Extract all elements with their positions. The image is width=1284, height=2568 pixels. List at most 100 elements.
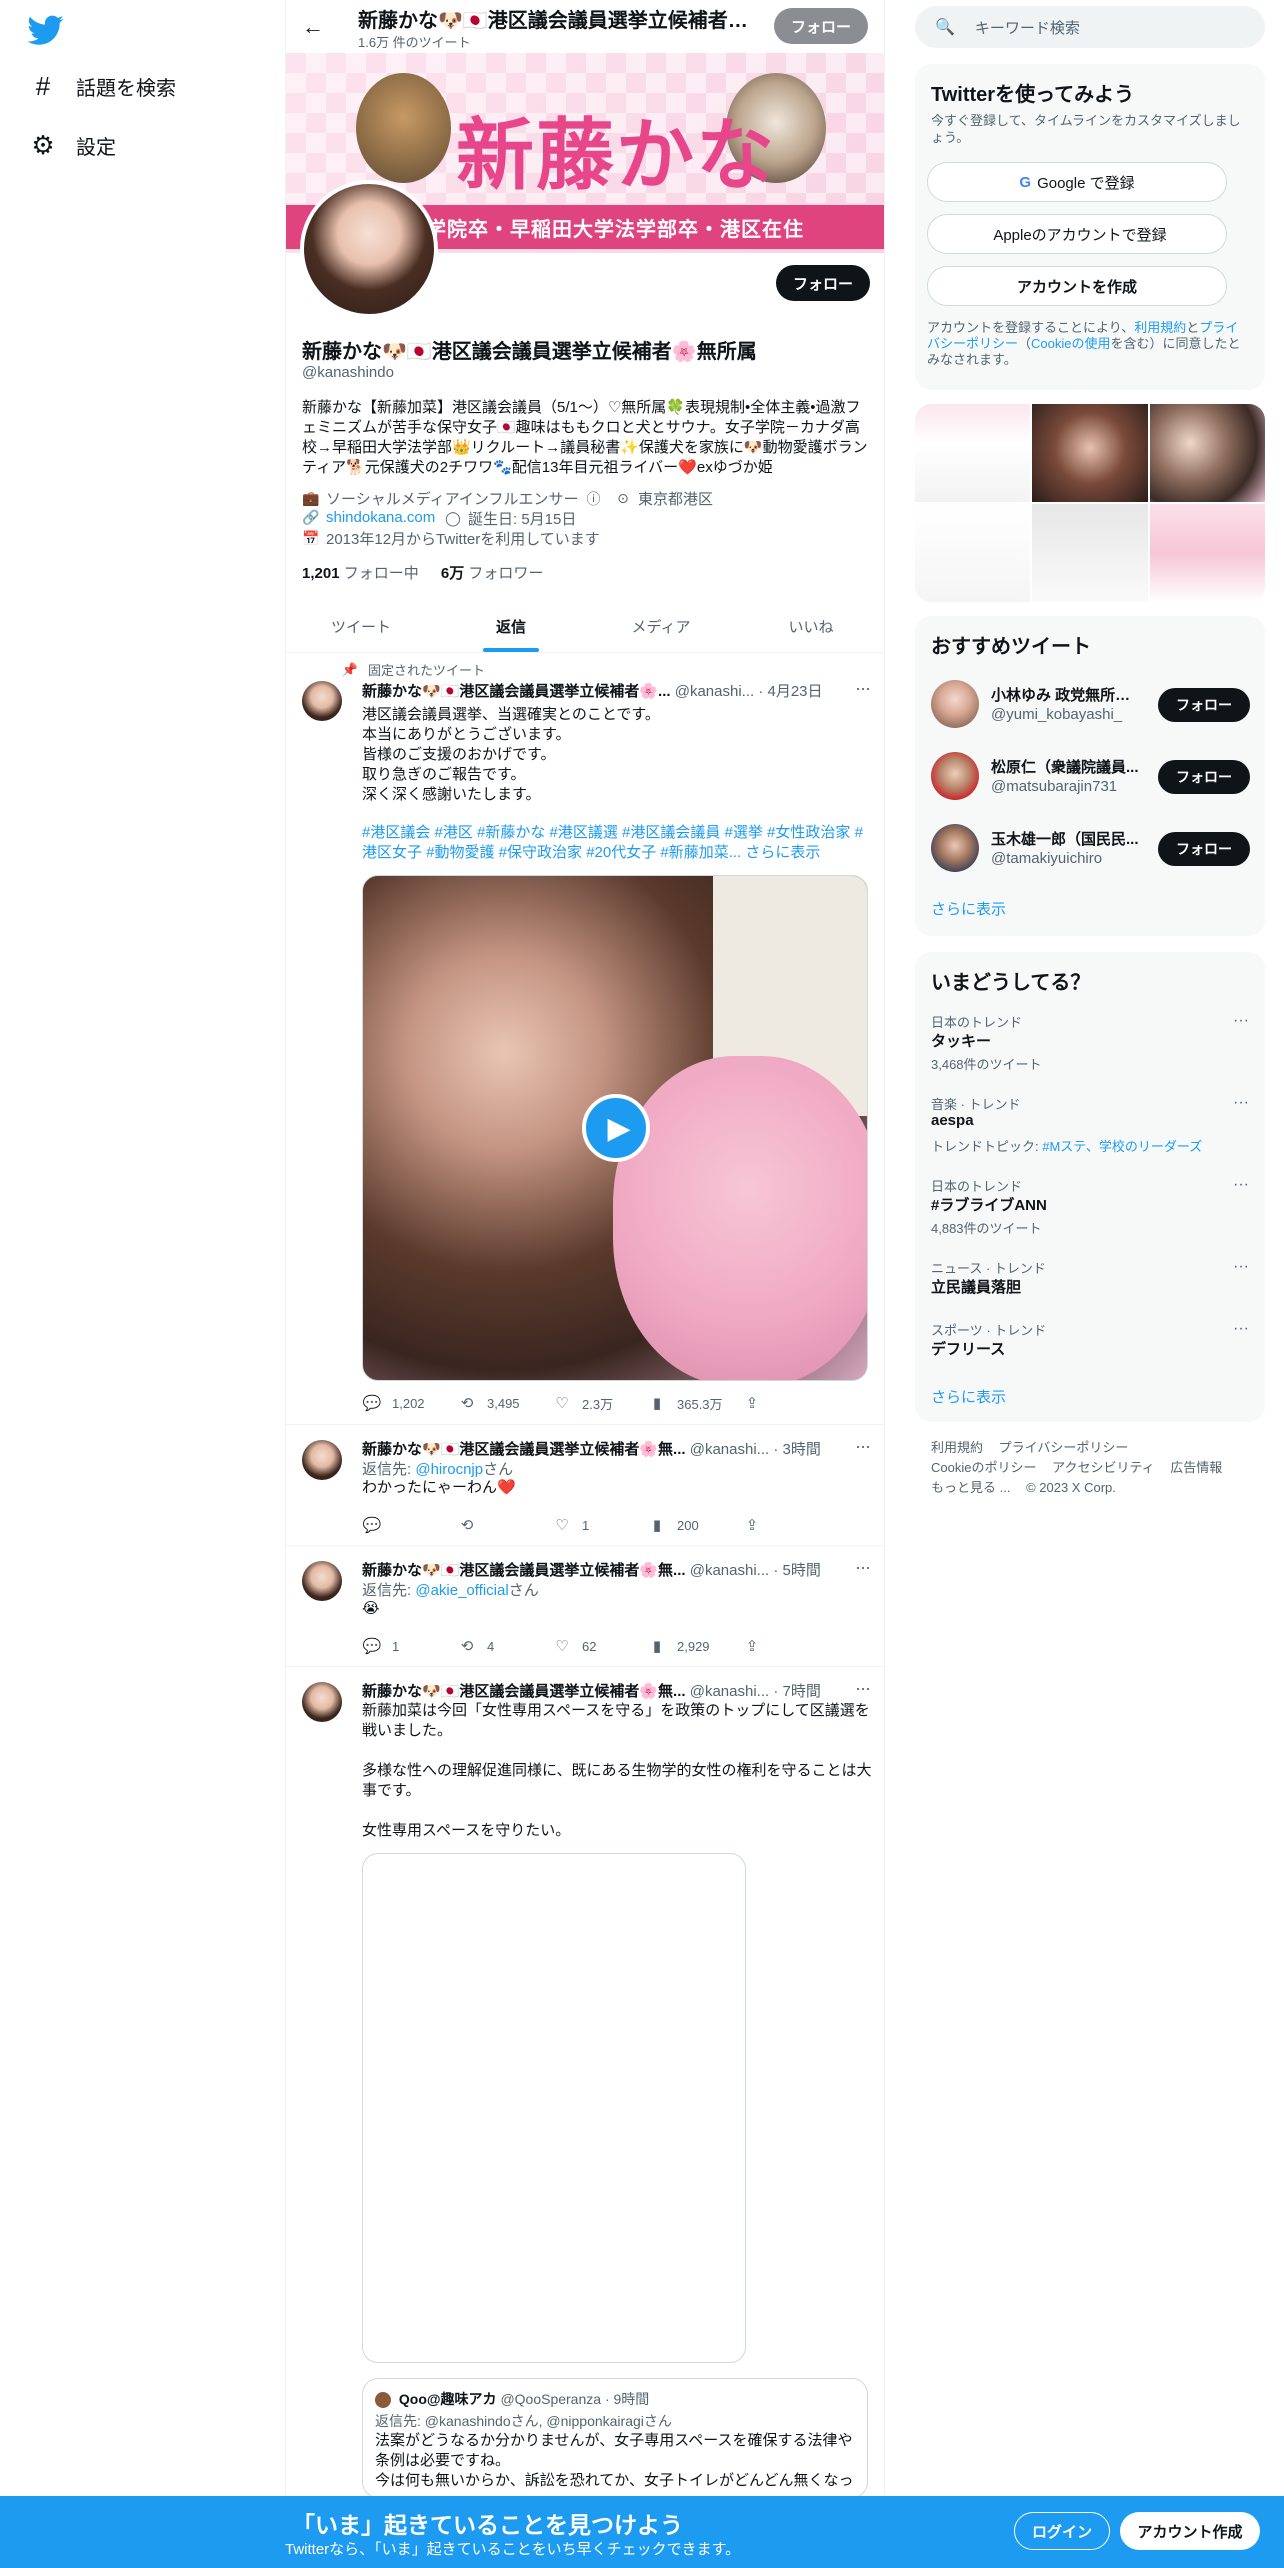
more-options-icon[interactable]: ··· [1233, 1176, 1249, 1194]
nav-explore[interactable]: # 話題を検索 [28, 60, 176, 112]
back-arrow-icon[interactable]: ← [298, 12, 328, 42]
trend-item[interactable]: ニュース · トレンド 立民議員落胆 ··· [915, 1254, 1265, 1316]
suggested-user[interactable]: 松原仁（衆議院議員... @matsubarajin731 フォロー [915, 740, 1265, 812]
views-button[interactable]: ▮ 2,929 [647, 1636, 742, 1656]
more-options-icon[interactable]: ··· [1233, 1012, 1249, 1030]
tweet-reply[interactable]: 新藤かな🐶🇯🇵港区議会議員選挙立候補者🌸無... @kanashi... · 3… [286, 1425, 884, 1546]
cookie-link[interactable]: Cookieの使用 [1031, 336, 1110, 351]
google-signup-button[interactable]: G Google で登録 [927, 162, 1227, 202]
tweet-time[interactable]: · 3時間 [773, 1441, 821, 1458]
avatar[interactable] [302, 1682, 342, 1722]
profile-follow-button[interactable]: フォロー [776, 265, 870, 301]
footer-cookie-link[interactable]: Cookieのポリシー [931, 1460, 1036, 1475]
follow-button[interactable]: フォロー [1158, 760, 1250, 794]
tweet-author-name[interactable]: 新藤かな🐶🇯🇵港区議会議員選挙立候補者🌸無... [362, 1441, 686, 1458]
suggested-user[interactable]: 小林ゆみ 政党無所属... @yumi_kobayashi_ フォロー [915, 668, 1265, 740]
avatar[interactable] [302, 1440, 342, 1480]
tweet-media-placeholder[interactable] [362, 1853, 746, 2363]
more-options-icon[interactable]: ··· [855, 1436, 871, 1457]
footer-accessibility-link[interactable]: アクセシビリティ [1052, 1460, 1155, 1475]
suggested-user[interactable]: 玉木雄一郎（国民民... @tamakiyuichiro フォロー [915, 812, 1265, 884]
more-options-icon[interactable]: ··· [855, 1557, 871, 1578]
reply-to-link[interactable]: @hirocnjp [415, 1461, 483, 1478]
tab-replies[interactable]: 返信 [436, 600, 586, 652]
quoted-tweet[interactable]: Qoo@趣味アカ @QooSperanza · 9時間 返信先: @kanash… [362, 2378, 868, 2498]
tab-likes[interactable]: いいね [736, 600, 884, 652]
play-icon[interactable]: ▶ [582, 1094, 650, 1162]
tweet-author-name[interactable]: 新藤かな🐶🇯🇵港区議会議員選挙立候補者🌸... [362, 683, 671, 700]
followers-link[interactable]: 6万 フォロワー [441, 565, 544, 582]
like-button[interactable]: ♡ 2.3万 [552, 1393, 647, 1413]
media-thumbnail[interactable] [915, 504, 1031, 602]
more-options-icon[interactable]: ··· [855, 1678, 871, 1699]
who-to-follow-more-link[interactable]: さらに表示 [931, 898, 1006, 919]
media-thumbnail[interactable] [1149, 504, 1265, 602]
like-button[interactable]: ♡ 62 [552, 1636, 647, 1656]
profile-website-link[interactable]: shindokana.com [326, 509, 435, 526]
apple-signup-button[interactable]: Appleのアカウントで登録 [927, 214, 1227, 254]
footer-more-link[interactable]: もっと見る ... [931, 1480, 1010, 1495]
reply-button[interactable]: 💬 1,202 [362, 1393, 457, 1413]
tab-media[interactable]: メディア [586, 600, 736, 652]
tweet-time[interactable]: · 7時間 [773, 1683, 821, 1700]
more-options-icon[interactable]: ··· [855, 678, 871, 699]
avatar[interactable] [302, 681, 342, 721]
profile-avatar[interactable] [300, 180, 438, 318]
views-button[interactable]: ▮ 365.3万 [647, 1393, 742, 1413]
tweet-with-quote[interactable]: 新藤かな🐶🇯🇵港区議会議員選挙立候補者🌸無... @kanashi... · 7… [286, 1667, 884, 2568]
nav-settings[interactable]: ⚙ 設定 [28, 119, 116, 171]
tweet-author-handle[interactable]: @kanashi... [675, 683, 754, 700]
twitter-logo-icon[interactable] [27, 12, 64, 48]
footer-ads-link[interactable]: 広告情報 [1170, 1460, 1222, 1475]
reply-to-link[interactable]: @akie_official [415, 1582, 508, 1599]
login-button[interactable]: ログイン [1014, 2512, 1110, 2550]
reply-button[interactable]: 💬 [362, 1515, 457, 1535]
tweet-video[interactable]: ▶ [362, 875, 868, 1381]
trend-item[interactable]: 日本のトレンド タッキー 3,468件のツイート ··· [915, 1008, 1265, 1088]
header-follow-button[interactable]: フォロー [774, 8, 868, 44]
trend-item[interactable]: 日本のトレンド #ラブライブANN 4,883件のツイート ··· [915, 1172, 1265, 1252]
tweet-time[interactable]: · 5時間 [773, 1562, 821, 1579]
search-box[interactable]: 🔍 キーワード検索 [915, 6, 1265, 48]
following-link[interactable]: 1,201 フォロー中 [302, 565, 419, 582]
footer-privacy-link[interactable]: プライバシーポリシー [999, 1440, 1129, 1455]
trend-topic-link[interactable]: #Mステ、学校のリーダーズ [1042, 1139, 1202, 1154]
tweet-author-handle[interactable]: @kanashi... [690, 1683, 769, 1700]
follow-button[interactable]: フォロー [1158, 832, 1250, 866]
retweet-button[interactable]: ⟲ 4 [457, 1636, 552, 1656]
share-button[interactable]: ⇪ [742, 1393, 782, 1413]
info-icon[interactable]: ⓘ [584, 490, 602, 508]
trend-item[interactable]: 音楽 · トレンド aespa トレンドトピック: #Mステ、学校のリーダーズ … [915, 1090, 1265, 1170]
avatar[interactable] [302, 1561, 342, 1601]
media-thumbnail[interactable] [1149, 404, 1265, 502]
more-options-icon[interactable]: ··· [1233, 1094, 1249, 1112]
terms-link[interactable]: 利用規約 [1134, 320, 1186, 335]
retweet-button[interactable]: ⟲ 3,495 [457, 1393, 552, 1413]
media-thumbnail[interactable] [1032, 404, 1148, 502]
tweet-reply[interactable]: 新藤かな🐶🇯🇵港区議会議員選挙立候補者🌸無... @kanashi... · 5… [286, 1546, 884, 1667]
like-button[interactable]: ♡ 1 [552, 1515, 647, 1535]
trend-item[interactable]: スポーツ · トレンド デフリース ··· [915, 1316, 1265, 1378]
tweet-author-handle[interactable]: @kanashi... [690, 1562, 769, 1579]
create-account-button[interactable]: アカウントを作成 [927, 266, 1227, 306]
signup-button[interactable]: アカウント作成 [1120, 2512, 1260, 2550]
tab-tweets[interactable]: ツイート [286, 600, 436, 652]
tweet-pinned[interactable]: 📌 固定されたツイート 新藤かな🐶🇯🇵港区議会議員選挙立候補者🌸... @kan… [286, 653, 884, 1425]
footer-terms-link[interactable]: 利用規約 [931, 1440, 983, 1455]
tweet-author-name[interactable]: 新藤かな🐶🇯🇵港区議会議員選挙立候補者🌸無... [362, 1683, 686, 1700]
trends-more-link[interactable]: さらに表示 [931, 1386, 1006, 1407]
retweet-button[interactable]: ⟲ [457, 1515, 552, 1535]
media-thumbnail[interactable] [915, 404, 1031, 502]
reply-button[interactable]: 💬 1 [362, 1636, 457, 1656]
more-options-icon[interactable]: ··· [1233, 1320, 1249, 1338]
follow-button[interactable]: フォロー [1158, 688, 1250, 722]
share-button[interactable]: ⇪ [742, 1515, 782, 1535]
tweet-hashtags[interactable]: #港区議会 #港区 #新藤かな #港区議選 #港区議会議員 #選挙 #女性政治家… [362, 823, 872, 863]
share-button[interactable]: ⇪ [742, 1636, 782, 1656]
more-options-icon[interactable]: ··· [1233, 1258, 1249, 1276]
tweet-author-name[interactable]: 新藤かな🐶🇯🇵港区議会議員選挙立候補者🌸無... [362, 1562, 686, 1579]
media-thumbnail[interactable] [1032, 504, 1148, 602]
views-button[interactable]: ▮ 200 [647, 1515, 742, 1535]
tweet-time[interactable]: · 4月23日 [758, 683, 822, 700]
tweet-author-handle[interactable]: @kanashi... [690, 1441, 769, 1458]
